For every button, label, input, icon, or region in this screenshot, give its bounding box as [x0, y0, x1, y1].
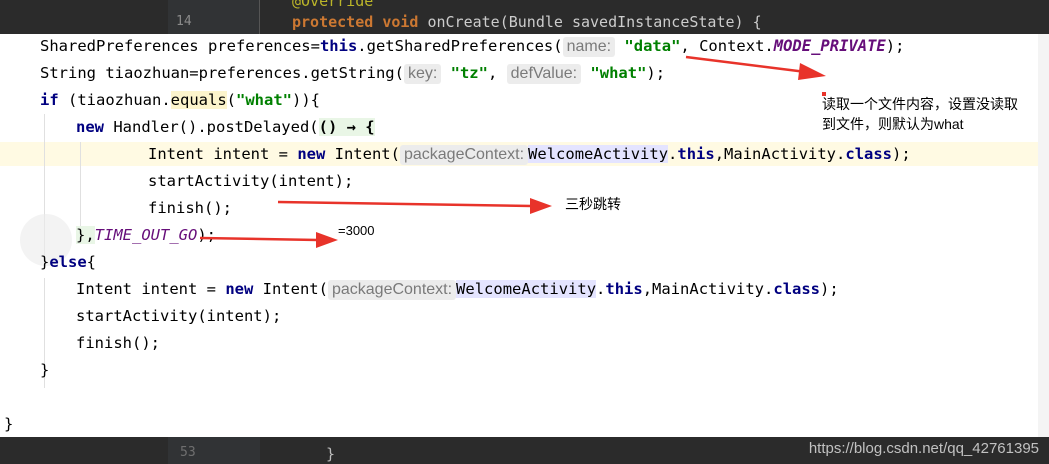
code-line-3[interactable]: if (tiaozhuan.equals("what")){	[40, 90, 320, 110]
code-line-12[interactable]: finish();	[76, 333, 160, 353]
annotation-three-seconds: 三秒跳转	[565, 196, 621, 212]
background-editor-bottom: 53 } https://blog.csdn.net/qq_42761395	[0, 437, 1049, 464]
code-line-13[interactable]: }	[40, 360, 49, 380]
code-line-14[interactable]: }	[4, 414, 13, 434]
code-line-2[interactable]: String tiaozhuan=preferences.getString(k…	[40, 63, 665, 84]
code-line-8[interactable]: },TIME_OUT_GO);	[76, 225, 216, 245]
code-line-11[interactable]: startActivity(intent);	[76, 306, 281, 326]
param-hint-key: key:	[403, 64, 442, 84]
override-annotation: @Override	[292, 0, 374, 10]
code-line-5[interactable]: Intent intent = new Intent(packageContex…	[148, 144, 911, 165]
indent-guide	[80, 142, 81, 238]
method-signature: protected void onCreate(Bundle savedInst…	[292, 13, 762, 31]
line-number: 53	[180, 445, 196, 460]
scrollbar-track[interactable]	[1038, 34, 1049, 437]
code-snippet-panel: SharedPreferences preferences=this.getSh…	[0, 34, 1049, 437]
code-line-1[interactable]: SharedPreferences preferences=this.getSh…	[40, 36, 904, 57]
code-line-10[interactable]: Intent intent = new Intent(packageContex…	[76, 279, 839, 300]
closing-brace: }	[326, 445, 336, 463]
annotation-timeout-value: =3000	[338, 223, 375, 238]
line-number: 14	[176, 14, 192, 29]
background-editor-top: 14 @Override protected void onCreate(Bun…	[0, 0, 1049, 34]
code-line-9[interactable]: }else{	[40, 252, 96, 272]
param-hint-packagecontext: packageContext:	[399, 145, 529, 165]
annotation-read-file-line2: 到文件，则默认为what	[822, 116, 964, 132]
code-line-6[interactable]: startActivity(intent);	[148, 171, 353, 191]
watermark-url: https://blog.csdn.net/qq_42761395	[808, 440, 1039, 457]
param-hint-defvalue: defValue:	[506, 64, 582, 84]
annotation-read-file: 读取一个文件内容，设置没读取	[822, 96, 1018, 112]
code-line-4[interactable]: new Handler().postDelayed(() → {	[76, 117, 375, 137]
code-line-7[interactable]: finish();	[148, 198, 232, 218]
param-hint-name: name:	[562, 37, 616, 57]
param-hint-packagecontext: packageContext:	[327, 280, 457, 300]
